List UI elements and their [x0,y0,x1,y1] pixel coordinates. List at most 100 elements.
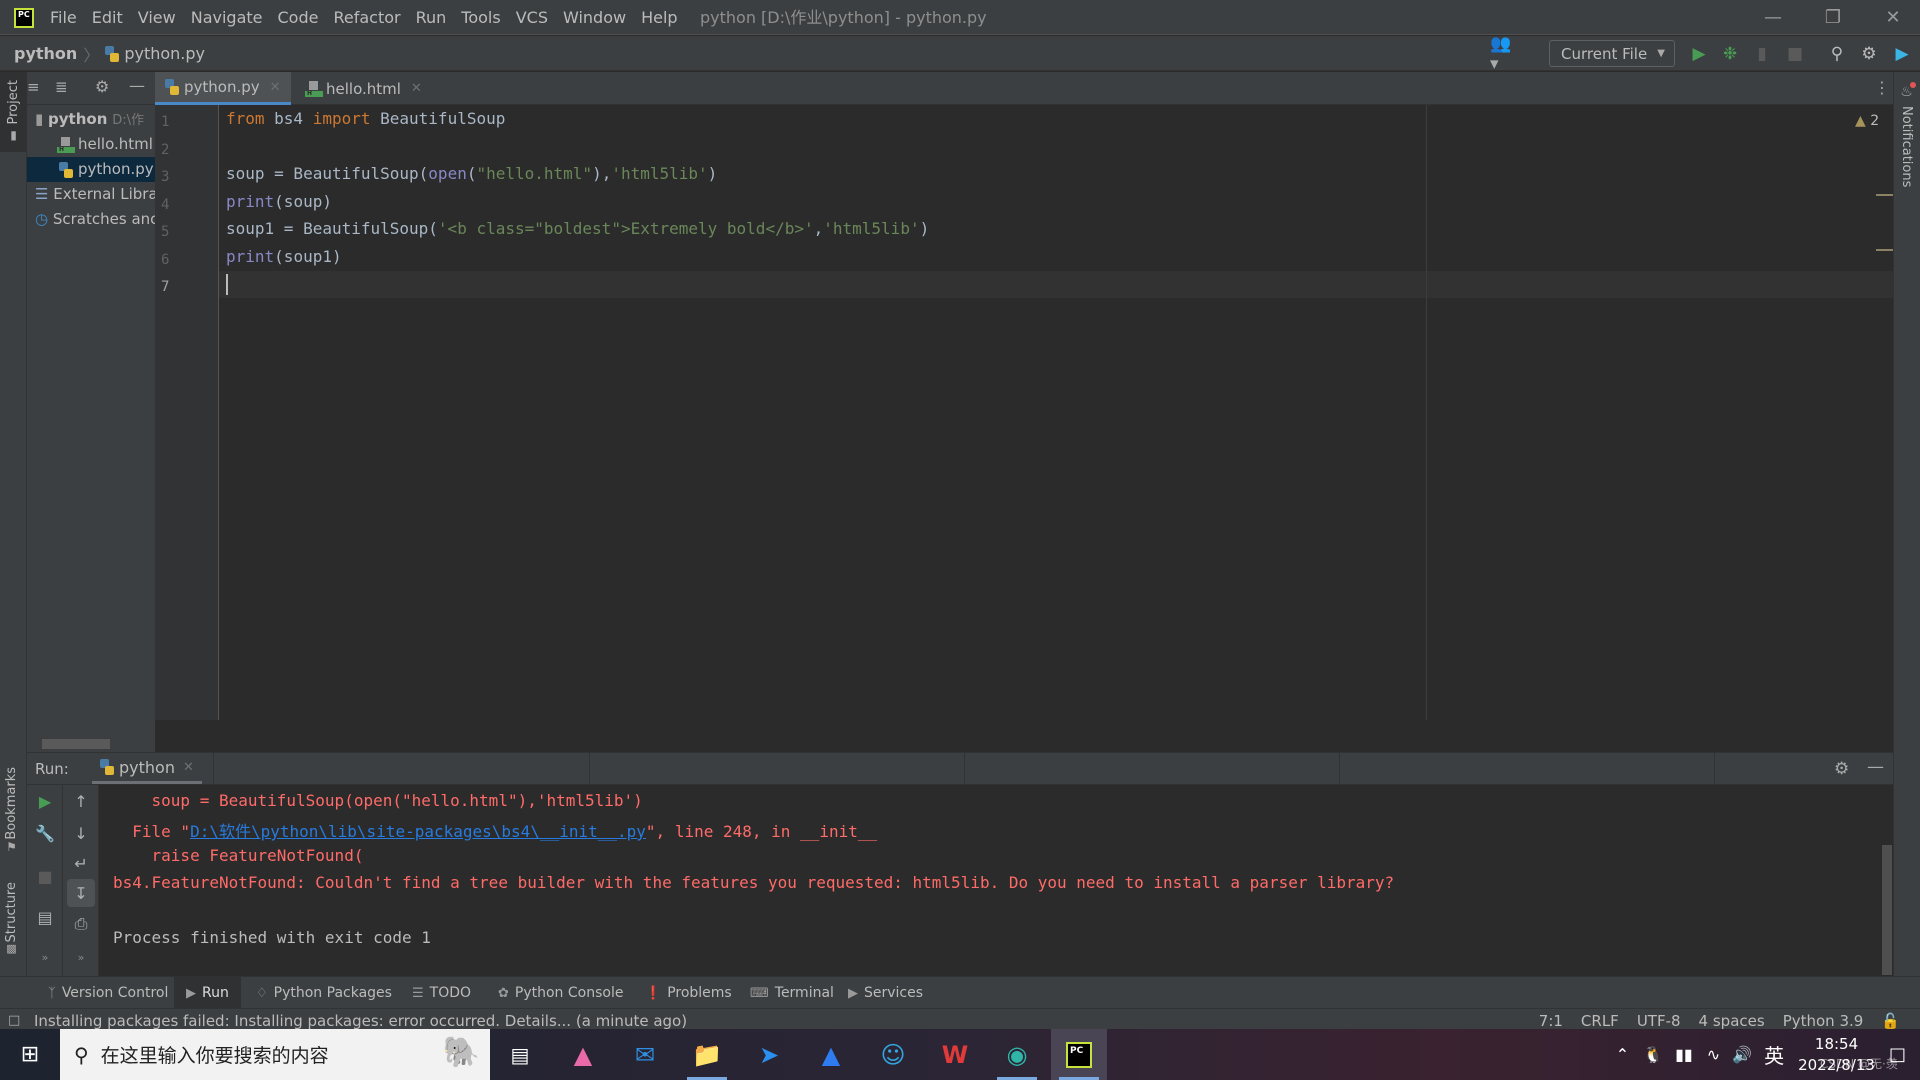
rerun-button[interactable]: ▶ [27,787,63,815]
tree-item-hello-html[interactable]: hello.html [27,132,155,157]
more-tabs-icon[interactable]: ⋮ [1874,78,1890,97]
qq-icon[interactable]: 🐧 [1643,1045,1663,1064]
taskbar-app-mail[interactable]: ✉ [617,1029,673,1080]
taskbar-app-wps[interactable]: W [927,1029,983,1080]
settings-button[interactable]: ⚙ [1855,40,1883,68]
ime-indicator[interactable]: 英 [1764,1040,1784,1069]
menu-help[interactable]: Help [641,8,677,27]
menu-file[interactable]: File [50,8,77,27]
scroll-down-button[interactable]: ↓ [63,819,99,847]
menu-run[interactable]: Run [416,8,447,27]
coverage-button[interactable]: ▮ [1748,40,1776,68]
tree-item-scratches[interactable]: ◷ Scratches anc [27,207,155,232]
line-separator[interactable]: CRLF [1581,1012,1619,1030]
expand-all-icon[interactable]: ≡ [27,78,40,96]
unlock-icon[interactable]: 🔓 [1881,1012,1900,1030]
layout-button[interactable]: ▤ [27,903,63,931]
notifications-tool-button[interactable]: ♨ Notifications [1899,82,1916,187]
battery-icon[interactable]: ▮▮ [1675,1045,1693,1064]
gear-icon[interactable]: ⚙ [1834,759,1849,779]
soft-wrap-button[interactable]: ↵ [63,849,99,877]
tool-run[interactable]: ▶ Run [174,977,241,1009]
taskbar-app-file-explorer[interactable]: 📁 [679,1029,735,1080]
close-tab-icon[interactable]: ✕ [270,80,281,95]
menu-window[interactable]: Window [563,8,626,27]
menu-navigate[interactable]: Navigate [191,8,263,27]
vcs-users-button[interactable]: 👥▾ [1490,34,1518,74]
volume-icon[interactable]: 🔊 [1732,1045,1752,1064]
collapse-all-icon[interactable]: ≣ [55,78,68,96]
tool-python-packages[interactable]: ♢ Python Packages [256,977,392,1009]
taskbar-app-arc[interactable]: ▲ [555,1029,611,1080]
minimize-button[interactable]: — [1746,0,1800,35]
taskbar-search-box[interactable]: ⚲ 在这里输入你要搜索的内容 🐘 [60,1029,490,1080]
menu-refactor[interactable]: Refactor [333,8,400,27]
tool-todo[interactable]: ☰ TODO [412,977,471,1009]
menu-edit[interactable]: Edit [92,8,123,27]
restore-button[interactable]: ❐ [1806,0,1860,35]
menu-code[interactable]: Code [278,8,319,27]
taskbar-app-edge[interactable]: ◉ [989,1029,1045,1080]
more-tools-button[interactable]: » [63,943,99,971]
tool-python-console[interactable]: ✿ Python Console [498,977,623,1009]
caret-position[interactable]: 7:1 [1539,1012,1563,1030]
close-button[interactable]: ✕ [1866,0,1920,35]
gear-icon[interactable]: ⚙ [95,77,109,96]
bookmarks-tool-button[interactable]: Bookmarks ⚑ [4,767,19,854]
toolbox-button[interactable]: ▶ [1888,40,1916,68]
warning-stripe-marker[interactable] [1876,249,1893,251]
inspection-warnings[interactable]: ▲ 2 [1855,113,1879,129]
breadcrumb-project[interactable]: python [14,44,77,63]
run-tab-python[interactable]: python ✕ [92,753,202,784]
edit-config-button[interactable]: 🔧 [27,819,63,847]
traceback-file-link[interactable]: D:\软件\python\lib\site-packages\bs4\__ini… [190,822,646,841]
project-horizontal-scrollbar[interactable] [42,739,110,749]
task-view-button[interactable]: ▤ [492,1029,548,1080]
menu-vcs[interactable]: VCS [516,8,548,27]
scroll-up-button[interactable]: ↑ [63,787,99,815]
stop-button[interactable]: ■ [1781,40,1809,68]
scroll-to-end-button[interactable]: ↧ [67,879,95,907]
run-configuration-select[interactable]: Current File ▼ [1549,40,1675,67]
taskbar-app-pycharm[interactable]: PC [1051,1029,1107,1080]
taskbar-app-lark-docs[interactable]: ▲ [803,1029,859,1080]
taskbar-app-bilibili[interactable]: ☺ [865,1029,921,1080]
tab-hello-html[interactable]: hello.html ✕ [295,72,432,105]
code-editor[interactable] [155,105,1893,720]
close-tab-icon[interactable]: ✕ [183,760,194,775]
print-button[interactable]: ⎙ [63,910,99,938]
tool-services[interactable]: ▶ Services [848,977,923,1009]
code-line: print(soup) [226,192,332,211]
menu-tools[interactable]: Tools [461,8,500,27]
indent-setting[interactable]: 4 spaces [1699,1012,1765,1030]
breadcrumb-file[interactable]: python.py [124,44,205,63]
tab-python-py[interactable]: python.py ✕ [155,72,291,105]
console-vertical-scrollbar[interactable] [1882,845,1892,975]
run-button[interactable]: ▶ [1685,40,1713,68]
stop-button[interactable]: ■ [27,862,63,890]
tree-item-project-root[interactable]: ▮ python D:\作 [27,107,155,132]
tree-item-python-py[interactable]: python.py [27,157,155,182]
show-hidden-icons-chevron-up-icon[interactable]: ⌃ [1616,1045,1629,1064]
run-console-output[interactable]: soup = BeautifulSoup(open("hello.html"),… [99,785,1893,976]
more-tools-button[interactable]: » [27,943,63,971]
menu-view[interactable]: View [138,8,176,27]
project-tool-button[interactable]: Project ▮ [0,72,27,152]
file-encoding[interactable]: UTF-8 [1637,1012,1681,1030]
tool-problems[interactable]: ❗ Problems [645,977,732,1009]
warning-stripe-marker[interactable] [1876,194,1893,196]
hide-icon[interactable]: — [1867,757,1884,777]
tool-terminal[interactable]: ⌨ Terminal [750,977,834,1009]
taskbar-app-feishu[interactable]: ➤ [741,1029,797,1080]
structure-tool-button[interactable]: Structure ▩ [4,882,19,955]
start-button[interactable]: ⊞ [0,1029,60,1080]
python-interpreter[interactable]: Python 3.9 [1783,1012,1864,1030]
status-toggle-icon[interactable]: □ [8,1013,20,1028]
close-tab-icon[interactable]: ✕ [411,81,422,96]
wifi-icon[interactable]: ∿ [1707,1045,1720,1064]
tree-item-external-libraries[interactable]: ☰ External Libra [27,182,155,207]
hide-icon[interactable]: — [129,76,145,95]
debug-button[interactable]: ❉ [1716,40,1744,68]
search-everywhere-button[interactable]: ⚲ [1823,40,1851,68]
tool-version-control[interactable]: ᛉ Version Control [42,977,174,1009]
